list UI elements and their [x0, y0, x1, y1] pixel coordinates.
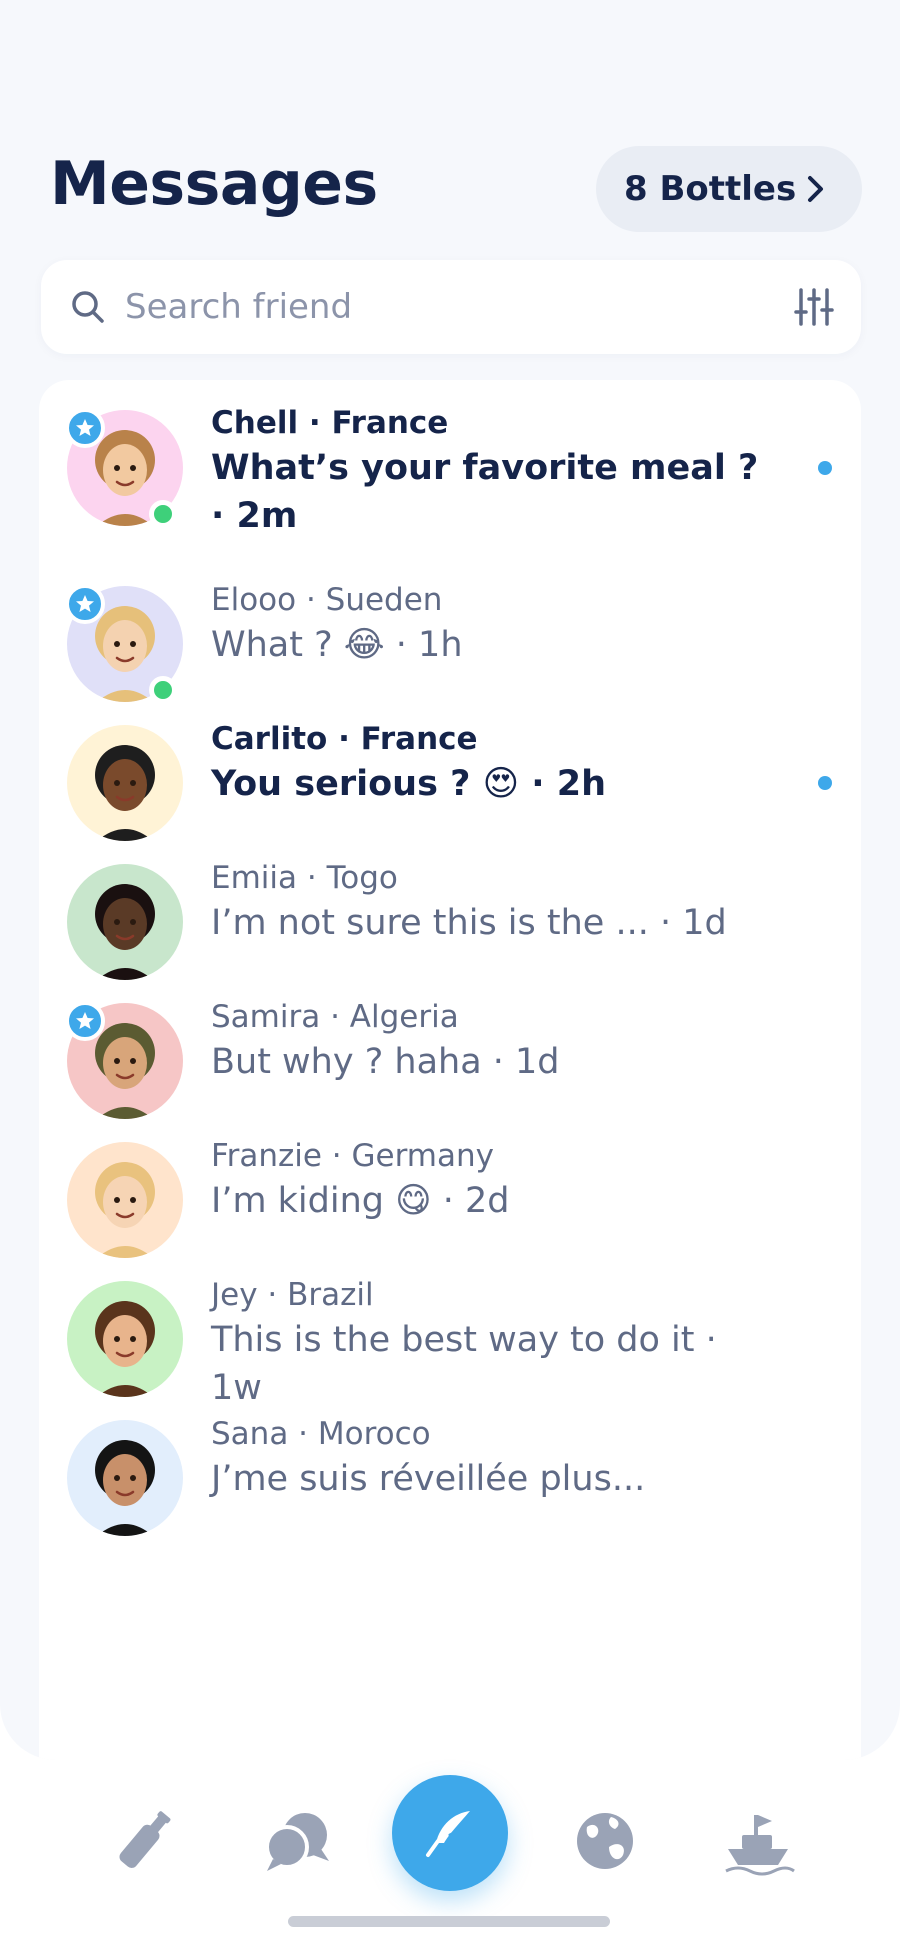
conversation-row[interactable]: Carlito · France You serious ? 😍 · 2h: [39, 692, 861, 852]
memoji-avatar-icon: [67, 1142, 183, 1258]
chevron-right-icon: [808, 176, 823, 202]
contact-name: Emiia · Togo: [211, 860, 398, 896]
memoji-avatar-icon: [67, 1281, 183, 1397]
tab-bottles[interactable]: [104, 1801, 184, 1881]
contact-name: Carlito · France: [211, 721, 478, 757]
conversation-list: Chell · France What’s your favorite meal …: [39, 380, 861, 1760]
globe-icon: [577, 1813, 633, 1869]
memoji-avatar-icon: [67, 725, 183, 841]
search-icon: [72, 291, 104, 323]
premium-star-badge: [65, 1001, 105, 1041]
tab-chats[interactable]: [257, 1801, 337, 1881]
conversation-row[interactable]: Samira · Algeria But why ? haha · 1d: [39, 970, 861, 1130]
last-message: J’me suis réveillée plus...: [211, 1459, 646, 1499]
conversation-text: Carlito · France You serious ? 😍 · 2h: [211, 718, 771, 808]
tab-harbor[interactable]: [718, 1801, 798, 1881]
contact-name: Jey · Brazil: [211, 1277, 374, 1313]
contact-name: Franzie · Germany: [211, 1138, 494, 1174]
star-icon: [76, 595, 94, 612]
last-message: I’m kiding 😋 · 2d: [211, 1181, 510, 1221]
premium-star-badge: [65, 408, 105, 448]
conversation-row[interactable]: Sana · Moroco J’me suis réveillée plus...: [39, 1387, 861, 1547]
last-message: What ? 😂 · 1h: [211, 625, 463, 665]
last-message: What’s your favorite meal ? · 2m: [211, 448, 759, 536]
star-icon: [76, 1012, 94, 1029]
memoji-avatar-icon: [67, 1420, 183, 1536]
tab-explore[interactable]: [565, 1801, 645, 1881]
contact-name: Elooo · Sueden: [211, 582, 443, 618]
filter-sliders-icon[interactable]: [793, 286, 835, 328]
contact-name: Chell · France: [211, 405, 449, 441]
conversation-text: Samira · Algeria But why ? haha · 1d: [211, 996, 771, 1086]
chat-bubbles-icon: [265, 1813, 329, 1871]
avatar: [67, 1281, 183, 1397]
bottles-button[interactable]: 8 Bottles: [596, 146, 862, 232]
last-message: I’m not sure this is the ... · 1d: [211, 903, 727, 943]
messages-screen: Messages 8 Bottles Chell · France What’s …: [0, 0, 900, 1760]
premium-star-badge: [65, 584, 105, 624]
bottle-icon: [119, 1811, 171, 1868]
conversation-text: Elooo · Sueden What ? 😂 · 1h: [211, 579, 771, 669]
last-message: You serious ? 😍 · 2h: [211, 764, 606, 804]
memoji-avatar-icon: [67, 864, 183, 980]
avatar: [67, 864, 183, 980]
star-icon: [76, 419, 94, 436]
contact-name: Sana · Moroco: [211, 1416, 431, 1452]
contact-name: Samira · Algeria: [211, 999, 459, 1035]
conversation-text: Emiia · Togo I’m not sure this is the ...…: [211, 857, 771, 947]
conversation-row[interactable]: Jey · Brazil This is the best way to do i…: [39, 1248, 861, 1408]
quill-icon: [426, 1811, 470, 1857]
online-status-dot: [149, 500, 177, 528]
conversation-text: Sana · Moroco J’me suis réveillée plus...: [211, 1413, 771, 1503]
unread-indicator: [818, 461, 832, 475]
unread-indicator: [818, 776, 832, 790]
avatar: [67, 1142, 183, 1258]
conversation-row[interactable]: Emiia · Togo I’m not sure this is the ...…: [39, 831, 861, 991]
avatar: [67, 725, 183, 841]
search-bar: [41, 260, 861, 354]
home-indicator: [288, 1916, 610, 1927]
conversation-text: Chell · France What’s your favorite meal …: [211, 402, 771, 540]
conversation-row[interactable]: Franzie · Germany I’m kiding 😋 · 2d: [39, 1109, 861, 1269]
ship-icon: [725, 1815, 795, 1876]
conversation-row[interactable]: Elooo · Sueden What ? 😂 · 1h: [39, 553, 861, 713]
last-message: But why ? haha · 1d: [211, 1042, 560, 1082]
page-title: Messages: [50, 149, 378, 219]
search-input[interactable]: [125, 278, 725, 336]
avatar: [67, 1420, 183, 1536]
tab-write-bottle[interactable]: [392, 1775, 508, 1891]
conversation-text: Franzie · Germany I’m kiding 😋 · 2d: [211, 1135, 771, 1225]
bottles-button-label: 8 Bottles: [624, 169, 797, 209]
conversation-row[interactable]: Chell · France What’s your favorite meal …: [39, 380, 861, 540]
